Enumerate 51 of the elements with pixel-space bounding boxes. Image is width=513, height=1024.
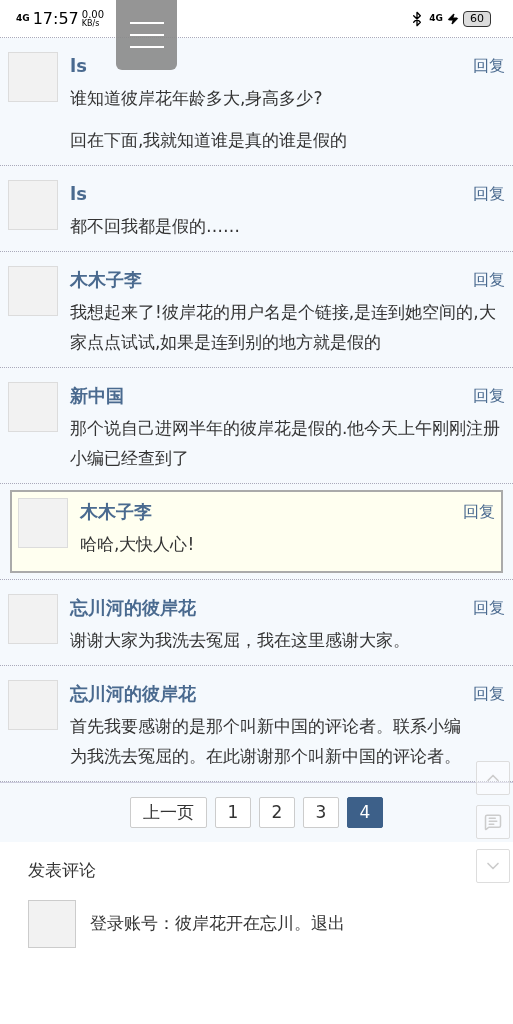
page-button[interactable]: 4 <box>347 797 383 828</box>
comment-text: 首先我要感谢的是那个叫新中国的评论者。联系小编为我洗去冤屈的。在此谢谢那个叫新中国的评论者。 <box>70 715 462 768</box>
avatar <box>8 52 58 102</box>
login-info: 登录账号：彼岸花开在忘川。退出 <box>90 911 345 935</box>
avatar <box>8 382 58 432</box>
comment-text: 回在下面,我就知道谁是真的谁是假的 <box>70 129 349 152</box>
reply-link[interactable]: 回复 <box>473 595 505 620</box>
comment-text: 哈哈,大快人心! <box>80 533 196 556</box>
reply-link[interactable]: 回复 <box>473 681 505 706</box>
reply-link[interactable]: 回复 <box>463 499 495 524</box>
network-indicator: 4G <box>16 14 30 23</box>
comment-text: 谁知道彼岸花年龄多大,身高多少? <box>70 87 324 110</box>
avatar <box>8 266 58 316</box>
avatar <box>8 180 58 230</box>
page-button[interactable]: 3 <box>303 797 339 828</box>
comment-text: 那个说自己进网半年的彼岸花是假的.他今天上午刚刚注册小编已经查到了 <box>70 417 502 470</box>
comment-icon <box>484 813 502 831</box>
avatar <box>8 594 58 644</box>
logout-link[interactable]: 退出 <box>311 912 345 933</box>
avatar <box>18 498 68 548</box>
author-name[interactable]: 木木子李 <box>70 266 142 293</box>
reply-link[interactable]: 回复 <box>473 181 505 206</box>
author-name[interactable]: 忘川河的彼岸花 <box>70 680 196 707</box>
speed-value: 0.00 <box>81 9 105 20</box>
scroll-up-button[interactable] <box>476 761 510 795</box>
reply-link[interactable]: 回复 <box>473 383 505 408</box>
menu-button[interactable] <box>116 0 177 70</box>
avatar <box>8 680 58 730</box>
scroll-down-button[interactable] <box>476 849 510 883</box>
reply-link[interactable]: 回复 <box>473 53 505 78</box>
reply-link[interactable]: 回复 <box>473 267 505 292</box>
comment-text: 都不回我都是假的…… <box>70 215 241 238</box>
speed-unit: KB/s <box>81 19 101 28</box>
section-title: 发表评论 <box>28 859 97 882</box>
battery-indicator: 60 <box>463 10 491 27</box>
menu-icon <box>127 19 166 51</box>
author-name[interactable]: 忘川河的彼岸花 <box>70 594 196 621</box>
comment-text: 我想起来了!彼岸花的用户名是个链接,是连到她空间的,大家点点试试,如果是连到别的地方就是假的 <box>70 301 497 354</box>
page-button[interactable]: 2 <box>259 797 295 828</box>
author-name[interactable]: ls <box>70 52 87 79</box>
comment-button[interactable] <box>476 805 510 839</box>
clock: 17:57 <box>32 7 79 30</box>
user-avatar <box>28 899 76 948</box>
previous-page-button[interactable]: 上一页 <box>130 797 207 828</box>
page-button[interactable]: 1 <box>215 797 251 828</box>
author-name[interactable]: 木木子李 <box>80 498 152 525</box>
comment-text: 谢谢大家为我洗去冤屈，我在这里感谢大家。 <box>70 629 411 652</box>
author-name[interactable]: 新中国 <box>70 382 124 409</box>
charging-icon <box>447 12 459 25</box>
mobile-network-indicator: 4G <box>429 11 443 25</box>
author-name[interactable]: ls <box>70 180 87 207</box>
